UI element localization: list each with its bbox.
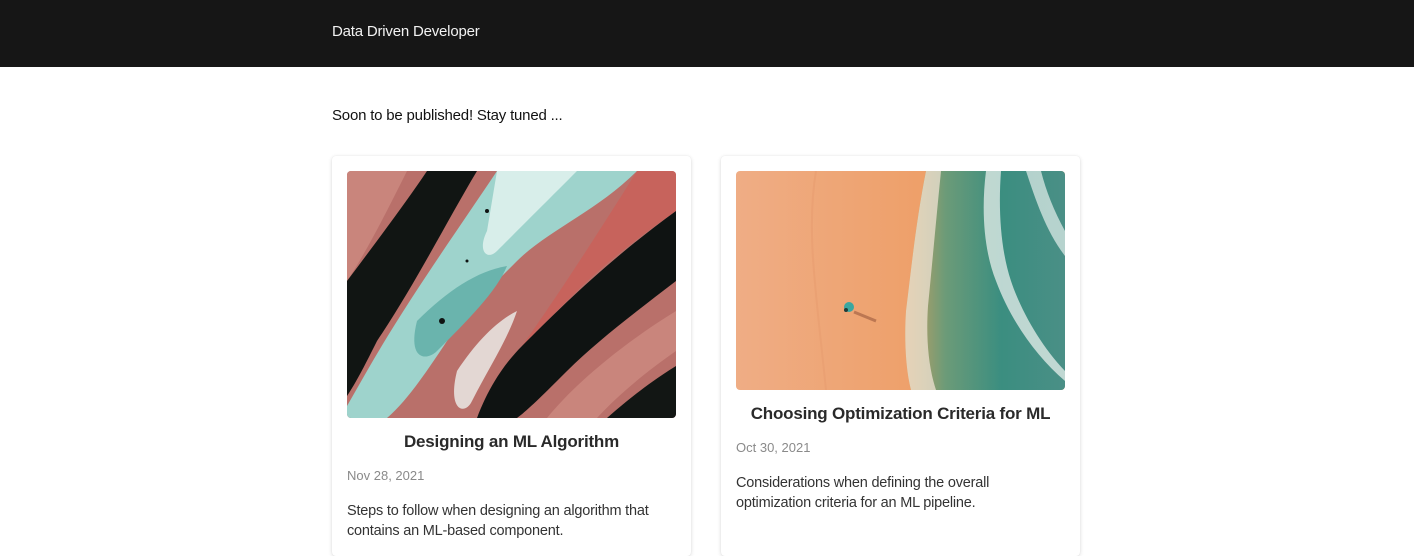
post-summary: Steps to follow when designing an algori… — [347, 503, 649, 539]
beach-aerial-image[interactable] — [736, 171, 1065, 390]
intro-text: Soon to be published! Stay tuned ... — [332, 107, 563, 124]
site-title-link[interactable]: Data Driven Developer — [332, 23, 480, 40]
post-title[interactable]: Choosing Optimization Criteria for ML — [736, 404, 1065, 424]
post-date: Oct 30, 2021 — [736, 440, 811, 455]
post-summary: Considerations when defining the overall… — [736, 475, 990, 511]
post-date: Nov 28, 2021 — [347, 468, 425, 483]
post-card[interactable]: Designing an ML Algorithm Nov 28, 2021 S… — [332, 156, 691, 556]
post-card[interactable]: Choosing Optimization Criteria for ML Oc… — [721, 156, 1080, 556]
abstract-paint-image[interactable] — [347, 171, 676, 418]
top-navbar: Data Driven Developer — [0, 0, 1414, 67]
post-title[interactable]: Designing an ML Algorithm — [347, 432, 676, 452]
